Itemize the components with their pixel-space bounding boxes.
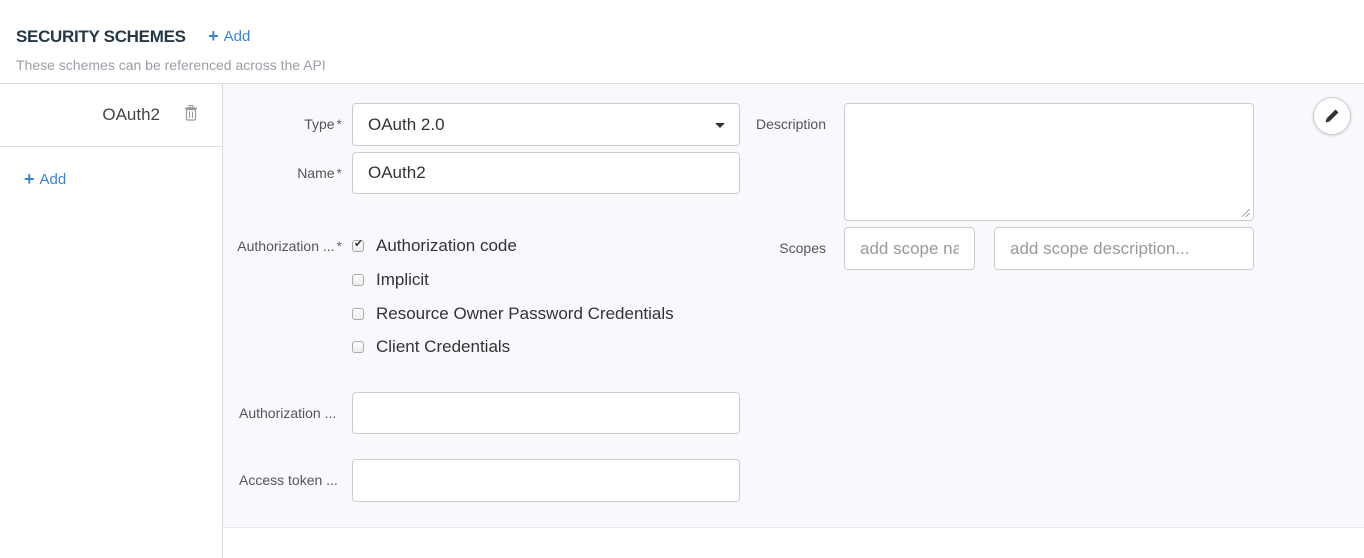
sidebar-add-button[interactable]: + Add	[24, 170, 66, 188]
plus-icon: +	[208, 26, 219, 46]
checkbox[interactable]	[352, 274, 364, 286]
scope-name-input[interactable]: add scope name...	[844, 227, 975, 270]
add-scheme-label: Add	[223, 27, 251, 45]
sidebar-add-label: Add	[39, 170, 67, 188]
description-label: Description	[755, 116, 826, 132]
flow-option-authorization-code[interactable]: Authorization code	[352, 236, 517, 256]
access-token-url-input[interactable]	[352, 459, 740, 502]
scope-name-placeholder: add scope name...	[860, 238, 959, 258]
scopes-label: Scopes	[779, 240, 826, 256]
checkbox-checked[interactable]	[352, 237, 364, 252]
schemes-sidebar: OAuth2 + Add	[0, 84, 223, 558]
scheme-editor-panel: Type * OAuth 2.0 Name * OAuth2 Description…	[223, 84, 1364, 528]
name-input-value: OAuth2	[368, 163, 426, 182]
section-subtitle: These schemes can be referenced across t…	[16, 57, 326, 73]
type-select[interactable]: OAuth 2.0	[352, 103, 740, 146]
scope-description-placeholder: add scope description...	[1010, 238, 1190, 258]
description-textarea[interactable]	[844, 103, 1254, 221]
section-header: SECURITY SCHEMES + Add	[16, 27, 250, 47]
delete-scheme-button[interactable]	[184, 104, 198, 126]
scheme-list-item[interactable]: OAuth2	[0, 84, 222, 147]
authorization-url-label: Authorization ...	[239, 405, 337, 421]
scheme-name: OAuth2	[102, 105, 160, 124]
edit-button[interactable]	[1313, 97, 1351, 135]
flow-option-implicit[interactable]: Implicit	[352, 270, 429, 290]
type-select-value: OAuth 2.0	[368, 114, 445, 134]
plus-icon: +	[24, 169, 35, 189]
scope-description-input[interactable]: add scope description...	[994, 227, 1254, 270]
page-title: SECURITY SCHEMES	[16, 27, 186, 46]
flow-option-password[interactable]: Resource Owner Password Credentials	[352, 304, 674, 324]
trash-icon	[185, 104, 197, 121]
resize-handle[interactable]	[1242, 209, 1250, 217]
add-scheme-button[interactable]: + Add	[208, 27, 250, 45]
flow-option-client-credentials[interactable]: Client Credentials	[352, 337, 510, 357]
access-token-url-label: Access token ...	[239, 472, 338, 488]
pencil-icon	[1325, 109, 1339, 123]
authorization-url-input[interactable]	[352, 392, 740, 434]
checkbox[interactable]	[352, 341, 364, 353]
checkbox[interactable]	[352, 308, 364, 320]
type-label: Type *	[304, 116, 342, 132]
flows-label: Authorization ... *	[237, 238, 342, 254]
name-input[interactable]: OAuth2	[352, 152, 740, 194]
name-label: Name *	[297, 165, 342, 181]
